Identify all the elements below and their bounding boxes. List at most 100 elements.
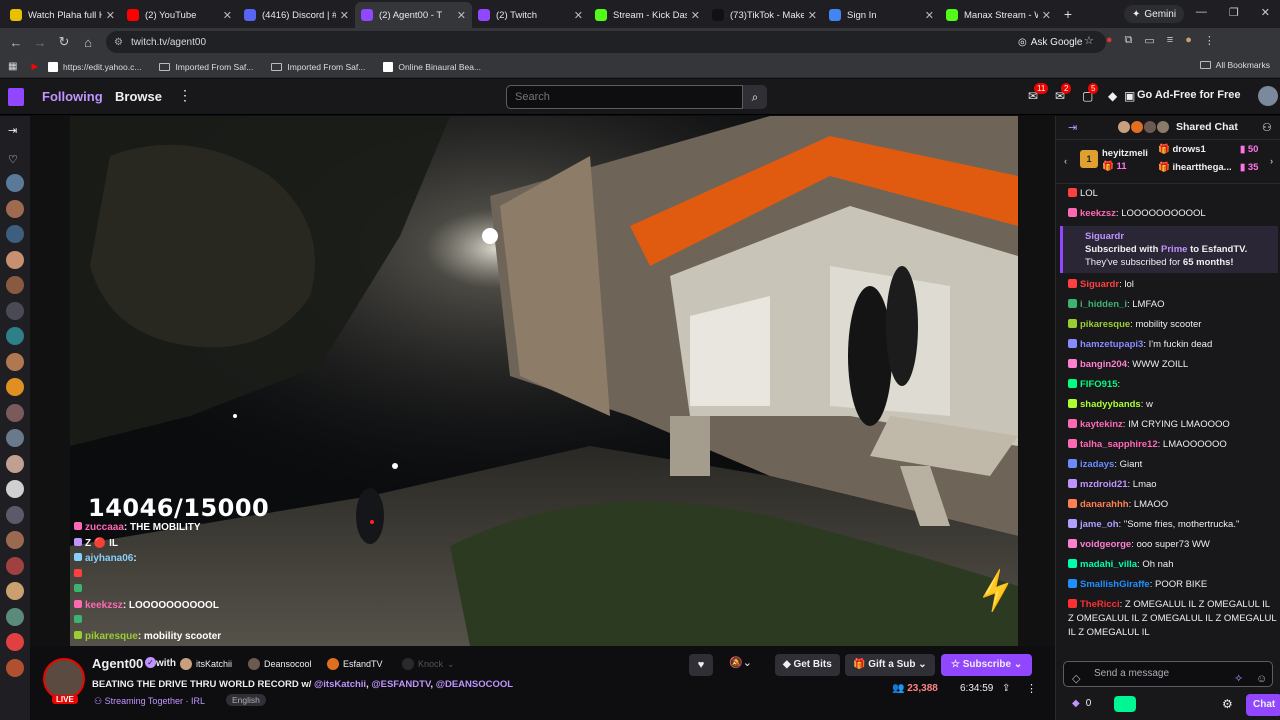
followed-channel-avatar[interactable] — [6, 199, 24, 218]
chevron-left-icon[interactable]: ‹ — [1064, 156, 1067, 167]
community-icon[interactable]: ⚇ — [1262, 121, 1272, 134]
inbox-icon[interactable]: ✉ 11 — [1028, 83, 1049, 103]
sidepanel-icon[interactable]: ▭ — [1144, 34, 1154, 47]
nav-browse[interactable]: Browse — [115, 89, 162, 104]
followed-channel-avatar[interactable] — [6, 327, 24, 345]
extension-icon[interactable]: ● — [1106, 34, 1113, 47]
chat-username[interactable]: danarahhh — [1080, 499, 1129, 510]
more-options-icon[interactable]: ⋮ — [1026, 682, 1037, 695]
apps-icon[interactable]: ▦ — [8, 61, 17, 72]
chat-username[interactable]: izadays — [1080, 459, 1114, 470]
leaderboard-user[interactable]: 🎁 drows1 — [1158, 144, 1206, 155]
close-tab-icon[interactable]: ✕ — [106, 9, 115, 22]
star-icon[interactable]: ☆ — [1084, 34, 1094, 47]
gift-sub-button[interactable]: 🎁 Gift a Sub ⌄ — [845, 654, 935, 676]
collab-channel[interactable]: itsKatchii — [180, 658, 232, 670]
bookmark-item[interactable]: Online Binaural Bea... — [383, 61, 481, 72]
chat-username[interactable]: kaytekinz — [1080, 419, 1123, 430]
followed-channel-avatar[interactable] — [6, 531, 24, 549]
chat-username[interactable]: jame_oh — [1080, 519, 1119, 530]
site-info-icon[interactable]: ⚙ — [114, 37, 123, 48]
new-tab-icon[interactable]: + — [1057, 6, 1079, 22]
chat-username[interactable]: TheRicci — [1080, 599, 1120, 610]
search-input[interactable] — [506, 85, 743, 109]
whispers-icon[interactable]: ✉ 2 — [1055, 83, 1072, 103]
expand-sidebar-icon[interactable]: ⇥ — [8, 124, 17, 137]
collab-channel[interactable]: Knock ⌄ — [402, 658, 455, 670]
all-bookmarks-button[interactable]: All Bookmarks — [1199, 60, 1270, 70]
followed-channel-avatar[interactable] — [6, 301, 24, 320]
notifications-icon[interactable]: ▢ 5 — [1082, 83, 1099, 103]
gemini-button[interactable]: ✦ Gemini — [1124, 5, 1185, 23]
chat-username[interactable]: madahi_villa — [1080, 559, 1137, 570]
collab-channel[interactable]: EsfandTV — [327, 658, 383, 670]
browser-tab[interactable]: Sign In ✕ — [823, 2, 940, 28]
bookmark-item[interactable]: Imported From Saf... — [159, 62, 253, 72]
close-tab-icon[interactable]: ✕ — [691, 9, 700, 22]
followed-channel-avatar[interactable] — [6, 480, 24, 498]
followed-channel-avatar[interactable] — [6, 174, 24, 192]
chat-username[interactable]: Siguardr — [1085, 230, 1272, 243]
streamer-avatar[interactable] — [43, 658, 85, 700]
bookmark-item[interactable]: Imported From Saf... — [271, 62, 365, 72]
video-player[interactable]: ⚡ 14046/15000 zuccaaa: THE MOBILITY Z 🔴 I… — [30, 116, 1055, 646]
close-tab-icon[interactable]: ✕ — [457, 9, 466, 22]
close-tab-icon[interactable]: ✕ — [574, 9, 583, 22]
browser-tab[interactable]: Stream - Kick Dash ✕ — [589, 2, 706, 28]
mention-link[interactable]: @ESFANDTV — [371, 679, 430, 690]
followed-channel-avatar[interactable] — [6, 250, 24, 269]
chat-username[interactable]: voidgeorge — [1080, 539, 1131, 550]
ask-google-button[interactable]: ◎ Ask Google — [1010, 32, 1090, 52]
go-ad-free-button[interactable]: Go Ad-Free for Free — [1137, 89, 1241, 101]
collapse-chat-icon[interactable]: ⇥ — [1068, 121, 1077, 134]
menu-icon[interactable]: ⋮ — [1204, 34, 1215, 47]
chat-username[interactable]: keekzsz — [1080, 208, 1116, 219]
followed-channel-avatar[interactable] — [6, 556, 24, 575]
close-window-icon[interactable]: ✕ — [1261, 6, 1270, 19]
twitch-logo[interactable] — [8, 88, 24, 106]
browser-tab[interactable]: (4416) Discord | # ✕ — [238, 2, 355, 28]
prime-link[interactable]: Prime — [1161, 244, 1187, 255]
close-tab-icon[interactable]: ✕ — [223, 9, 232, 22]
close-tab-icon[interactable]: ✕ — [340, 9, 349, 22]
chat-send-button[interactable]: Chat — [1246, 694, 1280, 716]
followed-channel-avatar[interactable] — [6, 352, 24, 371]
chevron-right-icon[interactable]: › — [1270, 156, 1273, 167]
media-icon[interactable]: ≡ — [1167, 34, 1173, 47]
collab-channel[interactable]: Deansocool — [248, 658, 312, 670]
category-link[interactable]: ⚇ Streaming Together · IRL — [94, 696, 205, 707]
sparkle-icon[interactable]: ✧ — [1234, 667, 1243, 691]
close-tab-icon[interactable]: ✕ — [925, 9, 934, 22]
chat-username[interactable]: talha_sapphire12 — [1080, 439, 1158, 450]
browser-tab[interactable]: Watch Plaha full HD ✕ — [4, 2, 121, 28]
user-avatar[interactable] — [1258, 86, 1278, 106]
follow-heart-button[interactable]: ♥ — [689, 654, 713, 676]
chat-username[interactable]: Siguardr — [1080, 279, 1119, 290]
bookmark-item[interactable]: https://edit.yahoo.c... — [48, 61, 141, 72]
leaderboard-user[interactable]: 🎁 iheartthega... — [1158, 162, 1232, 173]
nav-following[interactable]: Following — [42, 89, 103, 104]
browser-tab[interactable]: (73)TikTok - Make Y ✕ — [706, 2, 823, 28]
reload-icon[interactable]: ↻ — [52, 34, 76, 50]
followed-channel-avatar[interactable] — [6, 582, 24, 600]
followed-channel-avatar[interactable] — [6, 505, 24, 524]
followed-channel-avatar[interactable] — [6, 225, 24, 243]
get-bits-button[interactable]: ◆ Get Bits — [775, 654, 840, 676]
streamer-name[interactable]: Agent00 — [92, 656, 143, 671]
bits-icon[interactable]: ◇ — [1072, 667, 1080, 691]
chat-username[interactable]: mzdroid21 — [1080, 479, 1128, 490]
minimize-icon[interactable]: — — [1196, 6, 1207, 19]
channel-points[interactable]: ◆ 0 — [1072, 698, 1091, 709]
profile-icon[interactable]: ● — [1185, 34, 1192, 47]
followed-channel-avatar[interactable] — [6, 276, 24, 294]
url-bar[interactable]: ⚙ twitch.tv/agent00 — [106, 31, 1106, 53]
leaderboard-user[interactable]: heyitzmeli — [1102, 148, 1148, 159]
claim-reward-button[interactable] — [1114, 696, 1136, 712]
forward-icon[interactable]: → — [28, 35, 52, 50]
subscribe-button[interactable]: ☆ Subscribe ⌄ — [941, 654, 1033, 676]
browser-tab[interactable]: (2) Agent00 - T ✕ — [355, 2, 472, 28]
prime-icon[interactable]: ◆ — [1108, 89, 1117, 103]
browser-tab[interactable]: Manax Stream - W ✕ — [940, 2, 1057, 28]
followed-channel-avatar[interactable] — [6, 403, 24, 422]
mention-link[interactable]: @itsKatchii — [314, 679, 366, 690]
